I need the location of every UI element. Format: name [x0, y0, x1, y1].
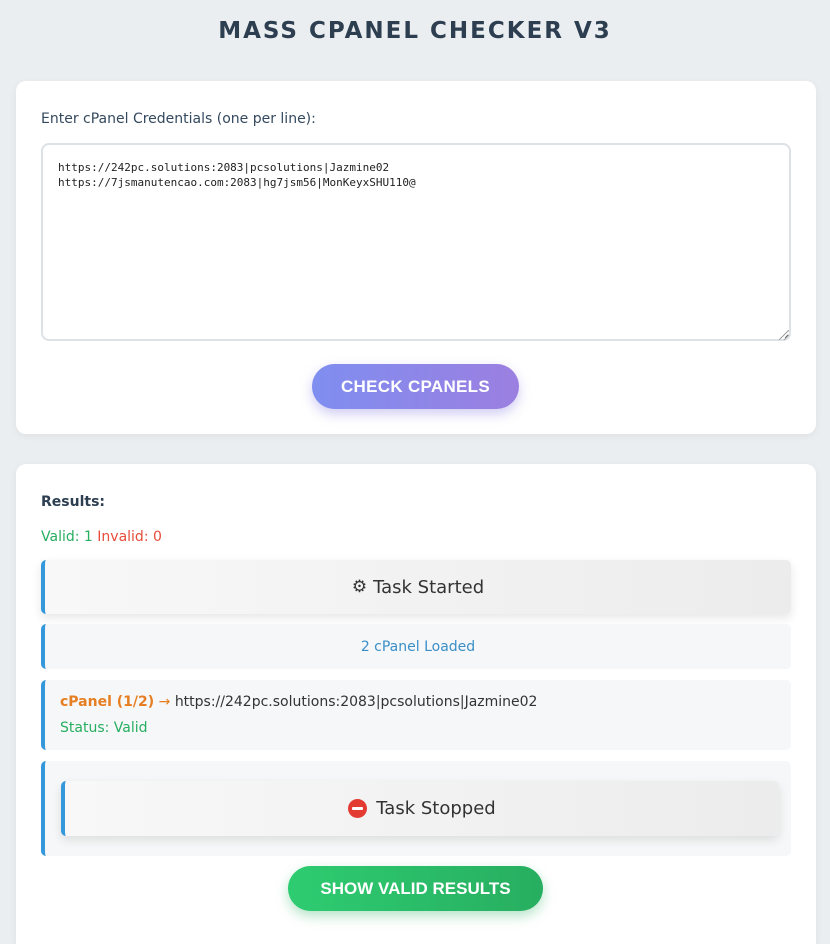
result-counts: Valid: 1 Invalid: 0 [41, 529, 162, 545]
arrow-right-icon: → [158, 694, 171, 710]
result-entry-status: Status: Valid [60, 720, 148, 736]
valid-label: Valid: [41, 529, 80, 545]
task-stopped-container: Task Stopped [41, 761, 791, 856]
cpanel-loaded-label: 2 cPanel Loaded [360, 638, 476, 655]
result-entry-value: https://242pc.solutions:2083|pcsolutions… [174, 694, 538, 710]
task-started-message: ⚙ Task Started [41, 560, 791, 614]
credentials-label: Enter cPanel Credentials (one per line): [41, 111, 316, 127]
gear-icon: ⚙ [351, 577, 368, 597]
no-entry-icon [348, 799, 368, 818]
task-stopped-message: Task Stopped [61, 781, 779, 836]
invalid-label: Invalid: [97, 529, 149, 545]
result-entry: cPanel (1/2) → https://242pc.solutions:2… [41, 680, 791, 750]
task-stopped-label: Task Stopped [376, 798, 496, 819]
invalid-count: 0 [152, 529, 162, 545]
results-card: Results: Valid: 1 Invalid: 0 ⚙ Task Star… [16, 464, 816, 944]
task-started-label: Task Started [373, 576, 485, 598]
credentials-card: Enter cPanel Credentials (one per line):… [16, 81, 816, 434]
page-title: MASS CPANEL CHECKER V3 [218, 18, 612, 44]
result-entry-header: cPanel (1/2) → https://242pc.solutions:2… [60, 694, 537, 710]
check-cpanels-button[interactable]: CHECK CPANELS [312, 364, 519, 409]
result-entry-tag: cPanel (1/2) [60, 694, 155, 710]
show-valid-results-button[interactable]: SHOW VALID RESULTS [288, 866, 543, 911]
valid-count: 1 [83, 529, 93, 545]
results-heading: Results: [41, 494, 105, 510]
credentials-textarea[interactable] [41, 143, 791, 341]
cpanel-loaded-message: 2 cPanel Loaded [41, 624, 791, 669]
